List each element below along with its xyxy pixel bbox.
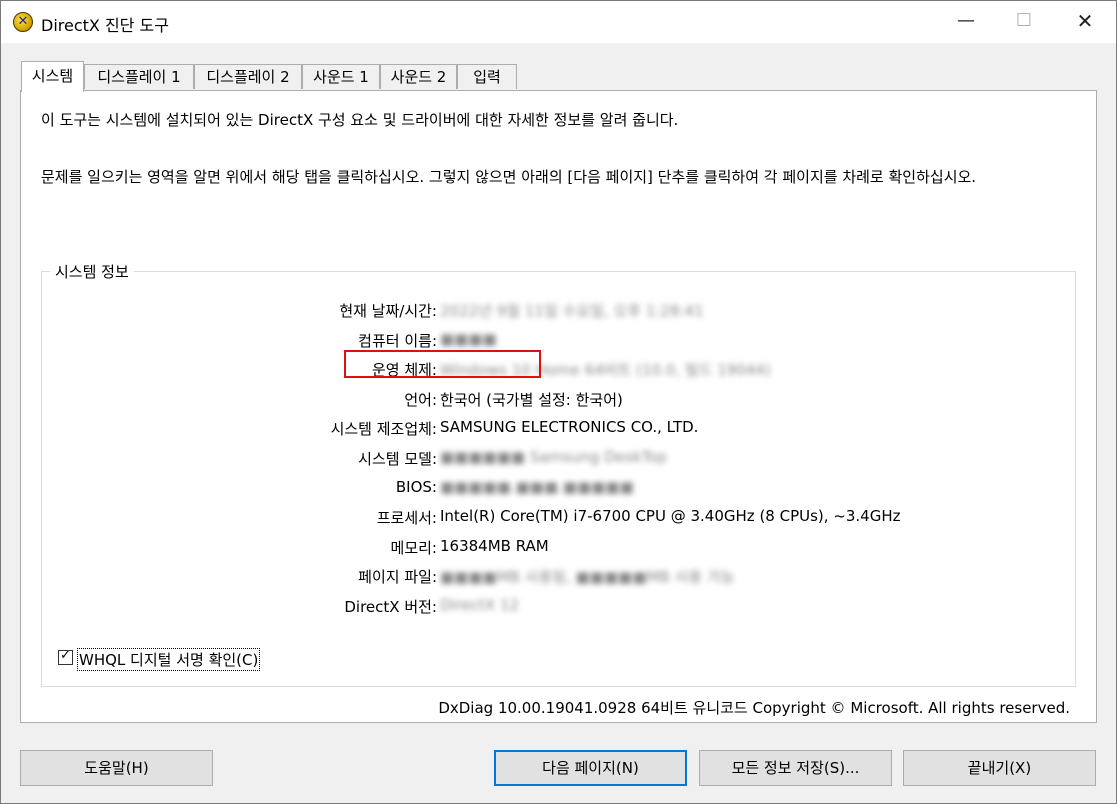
info-label: 시스템 모델: — [358, 450, 437, 468]
exit-button[interactable]: 끝내기(X) — [903, 750, 1096, 786]
info-value: Intel(R) Core(TM) i7-6700 CPU @ 3.40GHz … — [440, 507, 901, 525]
group-title: 시스템 정보 — [50, 261, 134, 282]
info-label: 시스템 제조업체: — [330, 420, 437, 438]
maximize-button[interactable]: ☐ — [1001, 1, 1047, 43]
info-value: 16384MB RAM — [440, 537, 549, 555]
info-label: 컴퓨터 이름: — [358, 332, 437, 350]
info-row-page-file: 페이지 파일: ■■■■MB 사용됨, ■■■■■MB 사용 가능 — [42, 566, 1042, 588]
info-row-processor: 프로세서: Intel(R) Core(TM) i7-6700 CPU @ 3.… — [42, 507, 1042, 529]
instruction-text: 문제를 일으키는 영역을 알면 위에서 해당 탭을 클릭하십시오. 그렇지 않으… — [41, 168, 977, 186]
info-row-directx-version: DirectX 버전: DirectX 12 — [42, 596, 1042, 618]
close-button[interactable]: ✕ — [1062, 1, 1108, 43]
info-row-language: 언어: 한국어 (국가별 설정: 한국어) — [42, 389, 1042, 411]
info-value: ■■■■MB 사용됨, ■■■■■MB 사용 가능 — [440, 568, 735, 586]
tab-system[interactable]: 시스템 — [21, 61, 84, 92]
tab-display-2[interactable]: 디스플레이 2 — [194, 64, 302, 89]
memory-highlight-box — [344, 350, 541, 378]
info-row-os: 운영 체제: Windows 10 Home 64비트 (10.0, 빌드 19… — [42, 359, 1042, 381]
title-bar[interactable]: ✕ DirectX 진단 도구 — ☐ ✕ — [1, 1, 1116, 43]
info-label: BIOS: — [395, 478, 437, 496]
window-title: DirectX 진단 도구 — [41, 16, 169, 35]
info-value: ■■■■■■ Samsung DeskTop — [440, 448, 667, 466]
whql-checkbox[interactable]: ✓ — [58, 648, 73, 665]
info-label: 현재 날짜/시간: — [339, 302, 437, 320]
help-button[interactable]: 도움말(H) — [20, 750, 213, 786]
info-label: 프로세서: — [376, 509, 437, 527]
info-value: 한국어 (국가별 설정: 한국어) — [440, 391, 623, 409]
info-value: ■■■■■.■■■.■■■■■ — [440, 478, 634, 496]
info-value: SAMSUNG ELECTRONICS CO., LTD. — [440, 418, 699, 436]
info-row-datetime: 현재 날짜/시간: 2022년 9월 11일 수요일, 오후 1:28:41 — [42, 300, 1042, 322]
info-value: DirectX 12 — [440, 596, 520, 614]
intro-text: 이 도구는 시스템에 설치되어 있는 DirectX 구성 요소 및 드라이버에… — [41, 111, 679, 129]
info-row-bios: BIOS: ■■■■■.■■■.■■■■■ — [42, 478, 1042, 500]
info-value: ■■■■ — [440, 330, 497, 348]
whql-checkbox-label[interactable]: WHQL 디지털 서명 확인(C) — [77, 648, 261, 671]
minimize-button[interactable]: — — [943, 1, 989, 43]
next-page-button[interactable]: 다음 페이지(N) — [494, 750, 687, 786]
info-row-memory: 메모리: 16384MB RAM — [42, 537, 1042, 559]
version-copyright-text: DxDiag 10.00.19041.0928 64비트 유니코드 Copyri… — [438, 699, 1070, 717]
tab-sound-2[interactable]: 사운드 2 — [380, 64, 457, 89]
info-row-manufacturer: 시스템 제조업체: SAMSUNG ELECTRONICS CO., LTD. — [42, 418, 1042, 440]
tab-display-1[interactable]: 디스플레이 1 — [84, 64, 194, 89]
directx-icon: ✕ — [13, 12, 33, 32]
info-label: 언어: — [404, 391, 437, 409]
info-label: 페이지 파일: — [358, 568, 437, 586]
checkmark-icon: ✓ — [60, 648, 71, 663]
save-all-info-button[interactable]: 모든 정보 저장(S)... — [699, 750, 892, 786]
info-label: DirectX 버전: — [344, 598, 437, 616]
info-value: 2022년 9월 11일 수요일, 오후 1:28:41 — [440, 302, 704, 320]
tab-input[interactable]: 입력 — [457, 64, 517, 89]
system-tab-panel: 이 도구는 시스템에 설치되어 있는 DirectX 구성 요소 및 드라이버에… — [20, 90, 1097, 723]
info-row-computer-name: 컴퓨터 이름: ■■■■ — [42, 330, 1042, 352]
dxdiag-window: ✕ DirectX 진단 도구 — ☐ ✕ 시스템 디스플레이 1 디스플레이 … — [0, 0, 1117, 804]
info-label: 메모리: — [390, 539, 437, 557]
tab-sound-1[interactable]: 사운드 1 — [302, 64, 380, 89]
info-row-model: 시스템 모델: ■■■■■■ Samsung DeskTop — [42, 448, 1042, 470]
system-info-group: 시스템 정보 현재 날짜/시간: 2022년 9월 11일 수요일, 오후 1:… — [41, 261, 1076, 687]
